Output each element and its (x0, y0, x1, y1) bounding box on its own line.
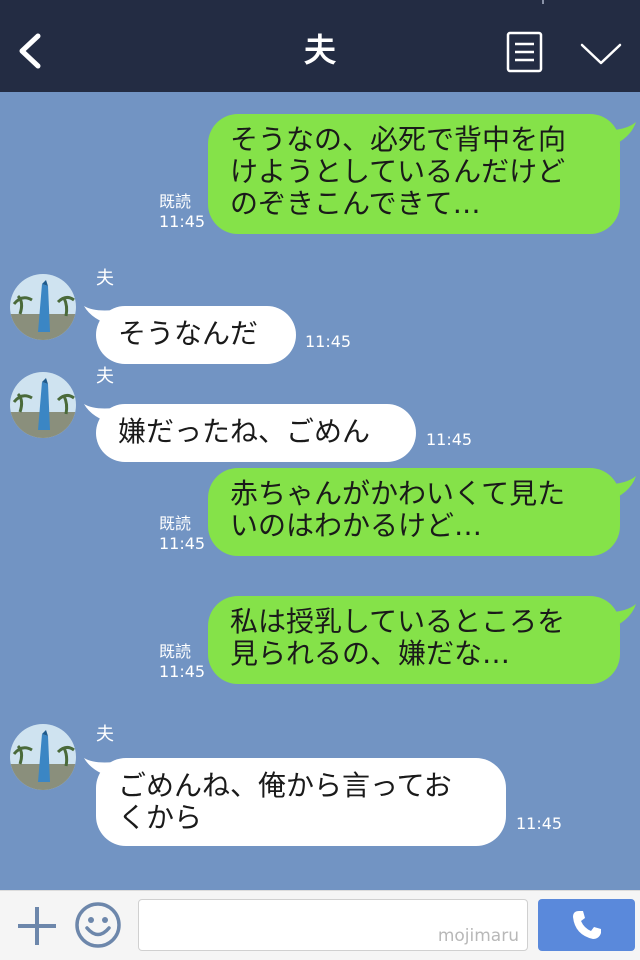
message-input[interactable]: mojimaru (138, 899, 528, 951)
message-bubble[interactable]: そうなの、必死で背中を向 けようとしているんだけど のぞきこんできて… (208, 114, 620, 234)
chat-title: 夫 (303, 31, 336, 69)
message-received: 夫 そうなんだ 11:45 (0, 268, 640, 364)
message-time: 11:45 (159, 662, 206, 681)
message-list[interactable]: そうなの、必死で背中を向 けようとしているんだけど のぞきこんできて… 既読 1… (0, 92, 640, 890)
chevron-left-icon[interactable] (14, 30, 48, 72)
message-sent: 赤ちゃんがかわいくて見た いのはわかるけど… 既読 11:45 (0, 468, 640, 558)
phone-icon (573, 911, 601, 939)
sender-name: 夫 (96, 366, 114, 387)
read-receipt: 既読 (159, 192, 192, 211)
message-received: 夫 ごめんね、俺から言ってお くから 11:45 (0, 722, 640, 852)
message-sent: 私は授乳しているところを 見られるの、嫌だな… 既読 11:45 (0, 596, 640, 686)
message-bubble[interactable]: そうなんだ (96, 306, 296, 364)
avatar[interactable] (10, 724, 76, 790)
chevron-down-icon[interactable] (579, 40, 623, 68)
message-time: 11:45 (305, 332, 352, 351)
chat-header: 夫 (0, 0, 640, 92)
call-button[interactable] (538, 899, 635, 951)
read-receipt: 既読 (159, 642, 192, 661)
smiley-icon[interactable] (74, 901, 122, 949)
sender-name: 夫 (96, 268, 114, 289)
message-sent: そうなの、必死で背中を向 けようとしているんだけど のぞきこんできて… 既読 1… (0, 114, 640, 236)
plus-icon[interactable] (16, 903, 58, 949)
list-icon[interactable] (506, 31, 543, 73)
message-bubble[interactable]: ごめんね、俺から言ってお くから (96, 758, 506, 846)
sender-name: 夫 (96, 724, 114, 745)
watermark-text: mojimaru (437, 926, 519, 946)
message-time: 11:45 (516, 814, 563, 833)
input-bar: mojimaru (0, 890, 640, 960)
read-receipt: 既読 (159, 514, 192, 533)
message-time: 11:45 (159, 534, 206, 553)
avatar[interactable] (10, 372, 76, 438)
avatar[interactable] (10, 274, 76, 340)
message-bubble[interactable]: 嫌だったね、ごめん (96, 404, 416, 462)
message-received: 夫 嫌だったね、ごめん 11:45 (0, 366, 640, 462)
message-bubble[interactable]: 私は授乳しているところを 見られるの、嫌だな… (208, 596, 620, 684)
message-time: 11:45 (426, 430, 473, 449)
message-bubble[interactable]: 赤ちゃんがかわいくて見た いのはわかるけど… (208, 468, 620, 556)
status-indicator (542, 0, 544, 4)
message-time: 11:45 (159, 212, 206, 231)
